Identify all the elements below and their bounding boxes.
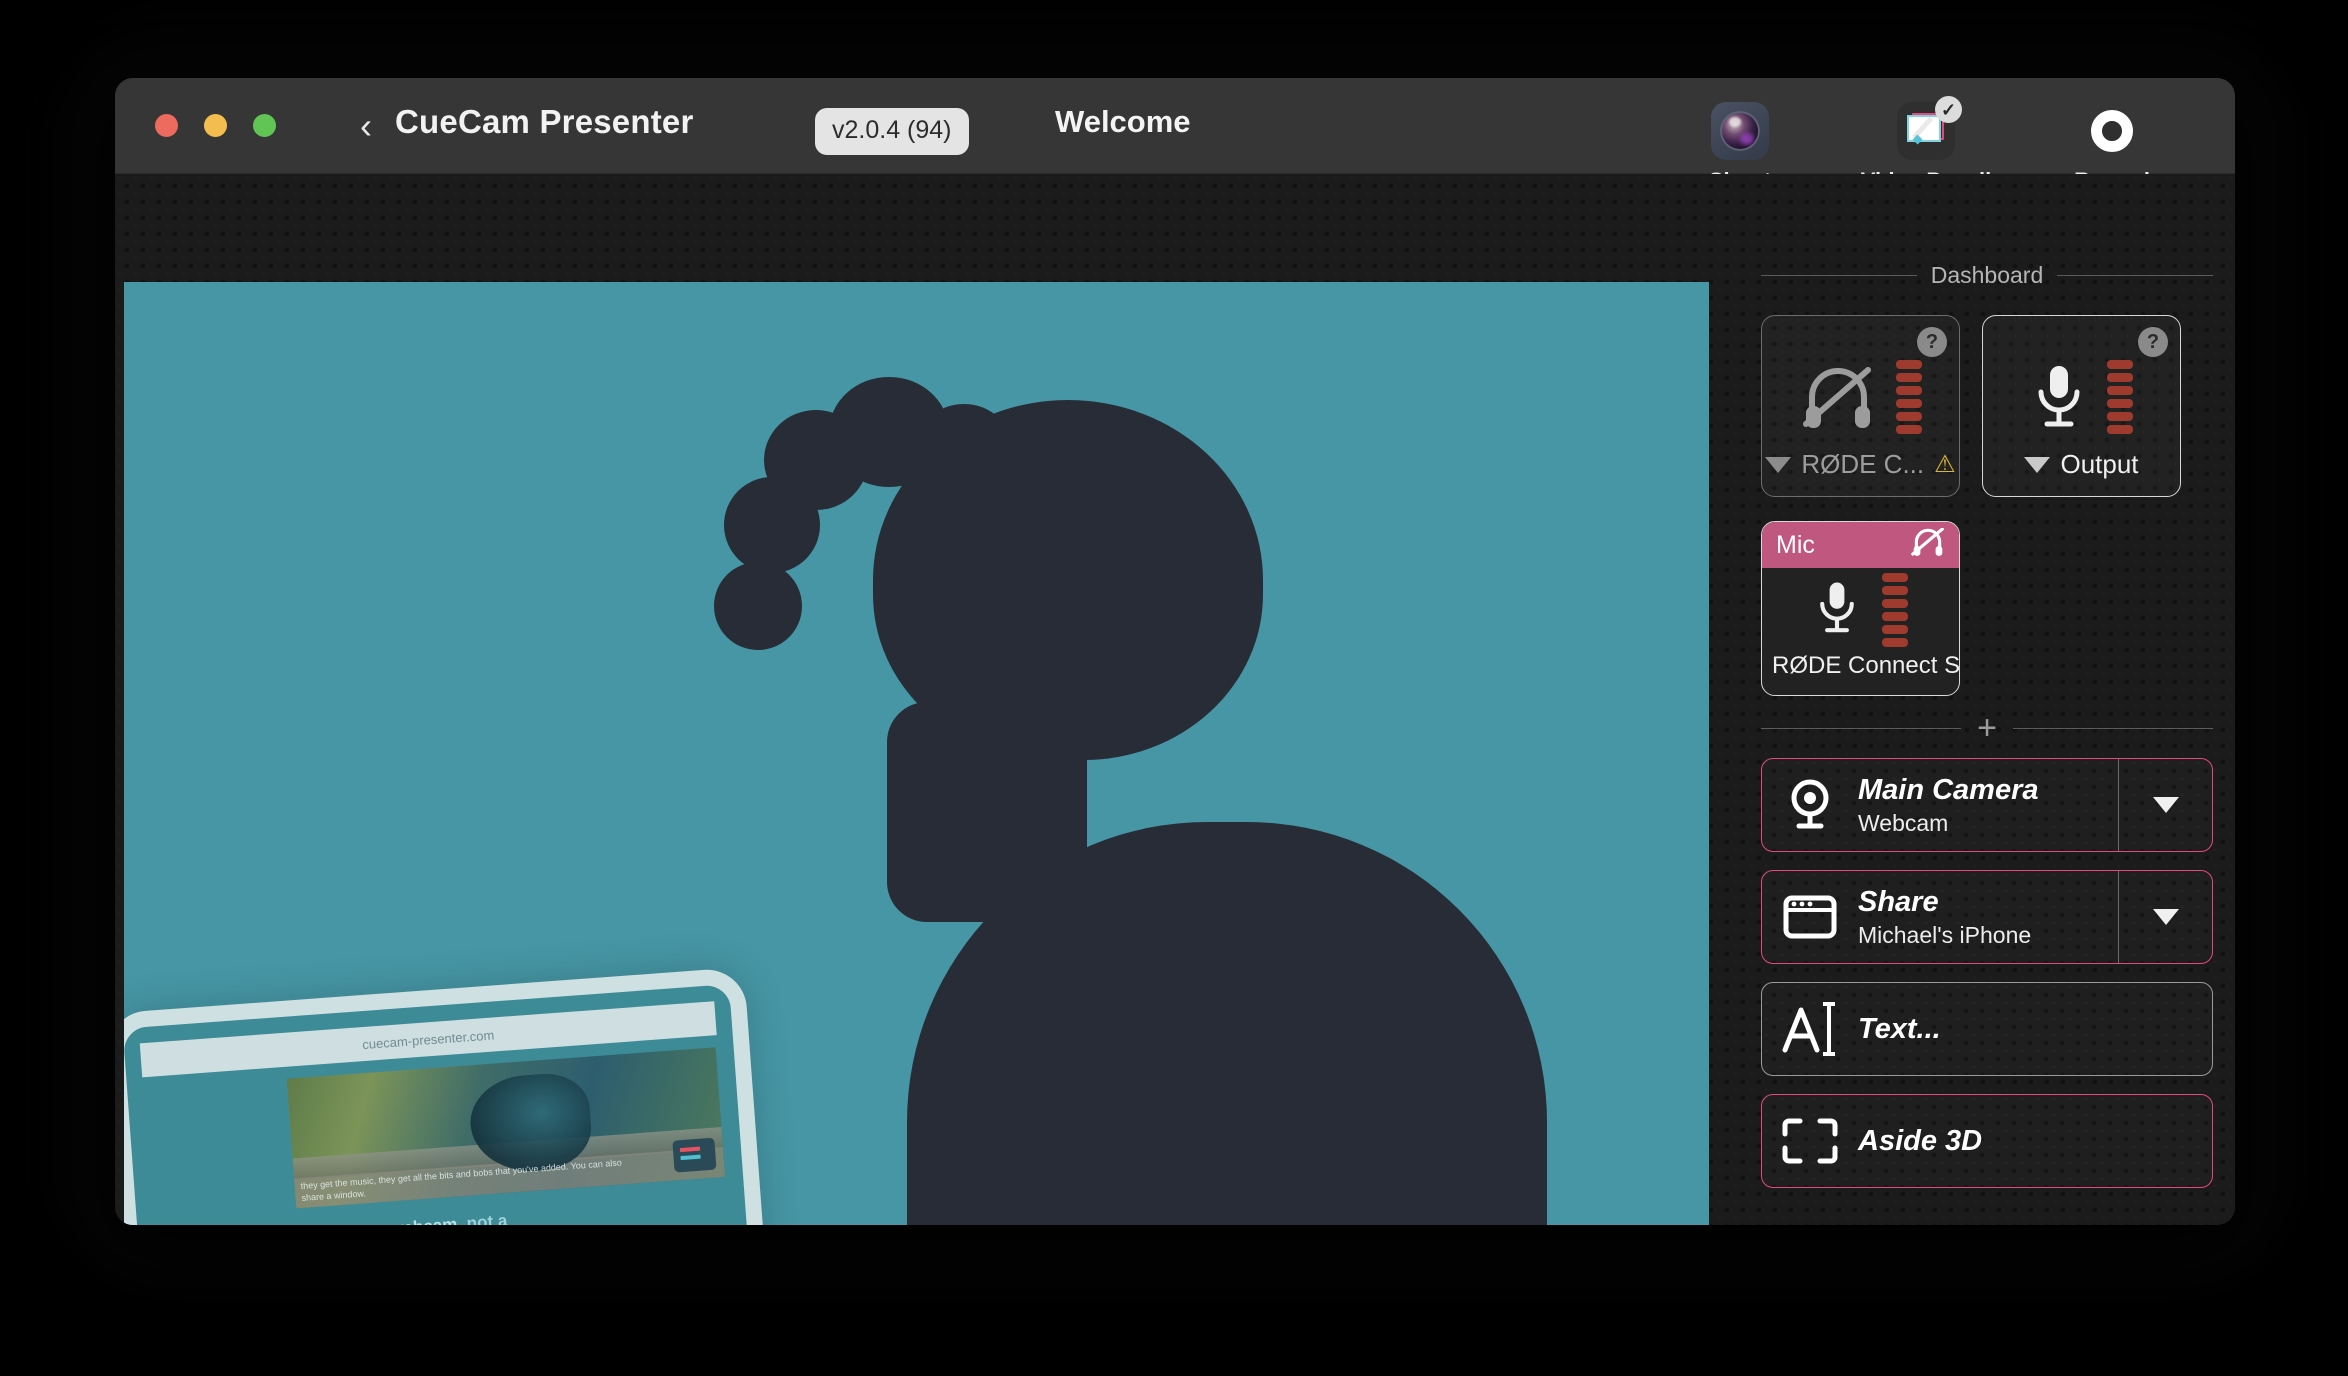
divider-line: [1761, 275, 1917, 276]
back-chevron-icon[interactable]: ‹: [360, 108, 372, 144]
add-source-divider: +: [1761, 718, 2213, 738]
dashboard-section-header: Dashboard: [1761, 262, 2213, 289]
ipad-overlay: cuecam-presenter.com they get the music,…: [124, 967, 766, 1225]
warning-icon: ⚠: [1934, 453, 1956, 477]
window-body: cuecam-presenter.com they get the music,…: [115, 174, 2235, 1225]
level-meter: [2107, 360, 2133, 434]
document-title: Welcome: [1055, 104, 1191, 140]
mic-card-header-label: Mic: [1776, 531, 1815, 560]
mic-card-body: [1762, 568, 1959, 652]
plus-icon[interactable]: +: [1977, 718, 1997, 738]
mic-card-header: Mic: [1762, 522, 1959, 568]
version-badge[interactable]: v2.0.4 (94): [815, 108, 969, 155]
io-card-row: ?: [1761, 315, 2213, 497]
record-dot-icon: [2081, 100, 2143, 162]
ipad-photo: they get the music, they get all the bit…: [287, 1047, 725, 1208]
divider-line: [2057, 275, 2213, 276]
chevron-down-icon: [2153, 909, 2179, 925]
mic-device-card[interactable]: Mic: [1761, 521, 1960, 696]
photo-logo-icon: [672, 1138, 716, 1173]
dashboard-panel: Dashboard ?: [1761, 174, 2213, 1225]
help-icon[interactable]: ?: [2138, 327, 2168, 357]
source-dropdown-button[interactable]: [2118, 759, 2212, 851]
source-row-aside-3d[interactable]: Aside 3D: [1761, 1094, 2213, 1188]
source-subtitle: Michael's iPhone: [1858, 921, 2118, 949]
source-text: Main Camera Webcam: [1858, 773, 2118, 837]
chevron-down-icon[interactable]: [1765, 457, 1791, 473]
close-window-button[interactable]: [155, 114, 178, 137]
checkmark-badge-icon: ✓: [1935, 96, 1962, 123]
level-meter: [1882, 573, 1908, 647]
mic-device-name: RØDE Connect Str...: [1762, 652, 1959, 680]
dashboard-title: Dashboard: [1931, 262, 2044, 289]
crop-frame-icon: [1762, 1118, 1858, 1164]
level-meter: [1896, 360, 1922, 434]
source-subtitle: Webcam: [1858, 809, 2118, 837]
zoom-window-button[interactable]: [253, 114, 276, 137]
source-text: Text...: [1858, 1012, 2212, 1046]
source-row-share[interactable]: Share Michael's iPhone: [1761, 870, 2213, 964]
traffic-light-group: [155, 114, 276, 137]
video-pencil-icon: ✓: [1895, 100, 1957, 162]
source-row-main-camera[interactable]: Main Camera Webcam: [1761, 758, 2213, 852]
io-card-label: RØDE C...: [1801, 449, 1924, 480]
divider-line: [2013, 728, 2213, 729]
camera-lens-icon: [1709, 100, 1771, 162]
headset-muted-glyph: [1800, 366, 1876, 428]
hair-curl: [999, 482, 1097, 580]
microphone-icon: [1814, 580, 1860, 641]
hair-curl: [724, 477, 820, 573]
desktop-background: ‹ CueCam Presenter v2.0.4 (94) Welcome S…: [0, 0, 2348, 1376]
window-share-icon: [1762, 895, 1858, 939]
hair-curl: [914, 404, 1014, 500]
io-card-headset[interactable]: ?: [1761, 315, 1960, 497]
chevron-down-icon: [2153, 797, 2179, 813]
headset-muted-icon: [1762, 360, 1959, 434]
io-card-label: Output: [2060, 449, 2138, 480]
source-text: Share Michael's iPhone: [1858, 885, 2118, 949]
io-card-footer[interactable]: Output: [1983, 449, 2180, 480]
app-window: ‹ CueCam Presenter v2.0.4 (94) Welcome S…: [115, 78, 2235, 1225]
source-title: Share: [1858, 885, 2118, 919]
ipad-frame: cuecam-presenter.com they get the music,…: [124, 967, 766, 1225]
io-card-footer[interactable]: RØDE C... ⚠: [1762, 449, 1959, 480]
hair-curl: [714, 562, 802, 650]
divider-line: [1761, 728, 1961, 729]
headset-muted-icon[interactable]: [1911, 528, 1945, 563]
hair-curl: [1014, 567, 1102, 655]
tagline-1-before: Build presentations for your: [158, 1220, 391, 1225]
app-title: CueCam Presenter: [395, 103, 694, 141]
help-icon[interactable]: ?: [1917, 327, 1947, 357]
microphone-glyph: [2031, 364, 2087, 430]
window-titlebar: ‹ CueCam Presenter v2.0.4 (94) Welcome S…: [115, 78, 2235, 174]
source-title: Aside 3D: [1858, 1124, 2212, 1158]
minimize-window-button[interactable]: [204, 114, 227, 137]
source-row-text[interactable]: Text...: [1761, 982, 2213, 1076]
microphone-icon: [1983, 360, 2180, 434]
source-title: Text...: [1858, 1012, 2212, 1046]
video-preview[interactable]: cuecam-presenter.com they get the music,…: [124, 282, 1709, 1225]
source-title: Main Camera: [1858, 773, 2118, 807]
io-card-output[interactable]: ?: [1982, 315, 2181, 497]
source-text: Aside 3D: [1858, 1124, 2212, 1158]
ipad-tagline-1: Build presentations for your webcam, not…: [158, 1206, 580, 1225]
text-cursor-icon: [1762, 1000, 1858, 1058]
chevron-down-icon[interactable]: [2024, 457, 2050, 473]
source-dropdown-button[interactable]: [2118, 871, 2212, 963]
tagline-1-link: webcam: [390, 1215, 458, 1225]
webcam-icon: [1762, 779, 1858, 831]
